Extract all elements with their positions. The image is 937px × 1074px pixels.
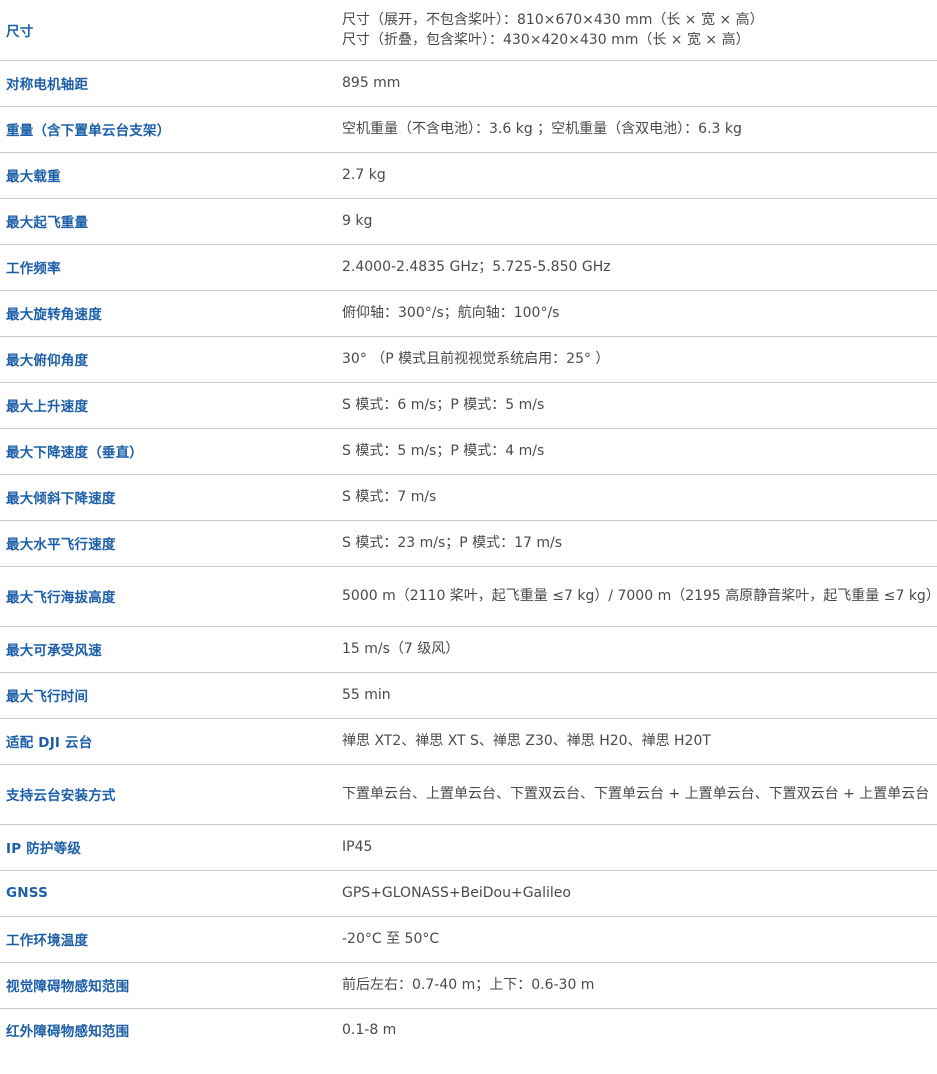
spec-label: 最大水平飞行速度 <box>0 520 330 567</box>
spec-value: 尺寸（展开，不包含桨叶）：810×670×430 mm（长 × 宽 × 高） 尺… <box>330 0 937 61</box>
table-row: 最大飞行时间 55 min <box>0 672 937 719</box>
table-row: 支持云台安装方式 下置单云台、上置单云台、下置双云台、下置单云台 + 上置单云台… <box>0 764 937 825</box>
spec-label: 工作环境温度 <box>0 916 330 963</box>
spec-value: 15 m/s（7 级风） <box>330 626 937 673</box>
table-row: IP 防护等级 IP45 <box>0 824 937 871</box>
spec-label: 最大载重 <box>0 152 330 199</box>
table-row: 最大载重 2.7 kg <box>0 152 937 199</box>
spec-label: 尺寸 <box>0 0 330 61</box>
spec-value: -20°C 至 50°C <box>330 916 937 963</box>
spec-label: 重量（含下置单云台支架） <box>0 106 330 153</box>
spec-value-line: 尺寸（展开，不包含桨叶）：810×670×430 mm（长 × 宽 × 高） <box>342 11 764 28</box>
spec-value: 2.4000-2.4835 GHz；5.725-5.850 GHz <box>330 244 937 291</box>
table-row: 最大旋转角速度 俯仰轴：300°/s；航向轴：100°/s <box>0 290 937 337</box>
table-row: 工作频率 2.4000-2.4835 GHz；5.725-5.850 GHz <box>0 244 937 291</box>
spec-value: 5000 m（2110 桨叶，起飞重量 ≤7 kg）/ 7000 m（2195 … <box>330 566 937 627</box>
spec-label: GNSS <box>0 870 330 917</box>
table-row: 最大水平飞行速度 S 模式：23 m/s；P 模式：17 m/s <box>0 520 937 567</box>
table-row: 最大起飞重量 9 kg <box>0 198 937 245</box>
spec-value: GPS+GLONASS+BeiDou+Galileo <box>330 870 937 917</box>
spec-label: 最大可承受风速 <box>0 626 330 673</box>
spec-label: 最大旋转角速度 <box>0 290 330 337</box>
spec-value: 禅思 XT2、禅思 XT S、禅思 Z30、禅思 H20、禅思 H20T <box>330 718 937 765</box>
spec-value: 9 kg <box>330 198 937 245</box>
spec-label: 红外障碍物感知范围 <box>6 1023 130 1040</box>
spec-label: 视觉障碍物感知范围 <box>0 962 330 1009</box>
spec-label: 工作频率 <box>0 244 330 291</box>
spec-value: 2.7 kg <box>330 152 937 199</box>
spec-label: 支持云台安装方式 <box>0 764 330 825</box>
spec-value: 895 mm <box>330 60 937 107</box>
spec-label: 最大飞行海拔高度 <box>0 566 330 627</box>
table-row: 对称电机轴距 895 mm <box>0 60 937 107</box>
spec-value: S 模式：6 m/s；P 模式：5 m/s <box>330 382 937 429</box>
table-row: GNSS GPS+GLONASS+BeiDou+Galileo <box>0 870 937 917</box>
spec-label: 最大倾斜下降速度 <box>0 474 330 521</box>
spec-value: 0.1-8 m <box>342 1021 397 1038</box>
spec-label: IP 防护等级 <box>0 824 330 871</box>
spec-label: 最大下降速度（垂直） <box>0 428 330 475</box>
spec-label: 最大俯仰角度 <box>0 336 330 383</box>
table-row: 最大上升速度 S 模式：6 m/s；P 模式：5 m/s <box>0 382 937 429</box>
table-row: 工作环境温度 -20°C 至 50°C <box>0 916 937 963</box>
spec-value: 空机重量（不含电池）：3.6 kg ；空机重量（含双电池）：6.3 kg <box>330 106 937 153</box>
table-row: 视觉障碍物感知范围 前后左右：0.7-40 m；上下：0.6-30 m <box>0 962 937 1009</box>
table-row: 尺寸 尺寸（展开，不包含桨叶）：810×670×430 mm（长 × 宽 × 高… <box>0 0 937 61</box>
spec-value: 30° （P 模式且前视视觉系统启用：25° ） <box>330 336 937 383</box>
spec-value: 前后左右：0.7-40 m；上下：0.6-30 m <box>330 962 937 1009</box>
spec-value-line: 尺寸（折叠，包含桨叶）：430×420×430 mm（长 × 宽 × 高） <box>342 31 750 48</box>
spec-label: 最大起飞重量 <box>0 198 330 245</box>
table-row: 最大飞行海拔高度 5000 m（2110 桨叶，起飞重量 ≤7 kg）/ 700… <box>0 566 937 627</box>
spec-value: S 模式：7 m/s <box>330 474 937 521</box>
spec-label: 最大飞行时间 <box>0 672 330 719</box>
spec-table: 尺寸 尺寸（展开，不包含桨叶）：810×670×430 mm（长 × 宽 × 高… <box>0 0 937 1051</box>
spec-label: 对称电机轴距 <box>0 60 330 107</box>
spec-label: 适配 DJI 云台 <box>0 718 330 765</box>
table-row: 红外障碍物感知范围 0.1-8 m <box>0 1008 937 1051</box>
spec-value: IP45 <box>330 824 937 871</box>
table-row: 最大俯仰角度 30° （P 模式且前视视觉系统启用：25° ） <box>0 336 937 383</box>
table-row: 最大倾斜下降速度 S 模式：7 m/s <box>0 474 937 521</box>
spec-value: S 模式：23 m/s；P 模式：17 m/s <box>330 520 937 567</box>
spec-label: 最大上升速度 <box>0 382 330 429</box>
table-row: 适配 DJI 云台 禅思 XT2、禅思 XT S、禅思 Z30、禅思 H20、禅… <box>0 718 937 765</box>
spec-value: 55 min <box>330 672 937 719</box>
table-row: 最大下降速度（垂直） S 模式：5 m/s；P 模式：4 m/s <box>0 428 937 475</box>
table-row: 重量（含下置单云台支架） 空机重量（不含电池）：3.6 kg ；空机重量（含双电… <box>0 106 937 153</box>
spec-value: 下置单云台、上置单云台、下置双云台、下置单云台 + 上置单云台、下置双云台 + … <box>330 764 937 825</box>
spec-value: 俯仰轴：300°/s；航向轴：100°/s <box>330 290 937 337</box>
spec-value: S 模式：5 m/s；P 模式：4 m/s <box>330 428 937 475</box>
table-row: 最大可承受风速 15 m/s（7 级风） <box>0 626 937 673</box>
